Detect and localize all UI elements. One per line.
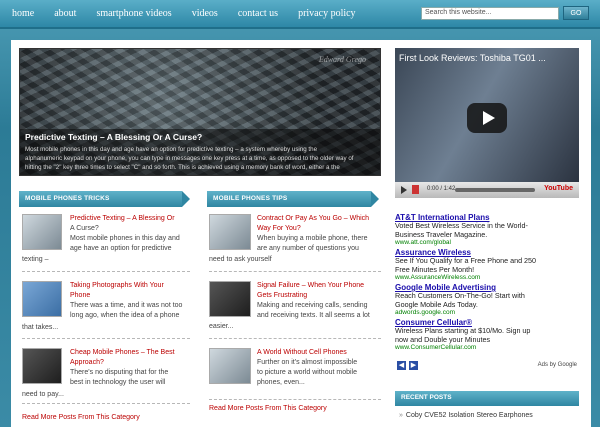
divider <box>209 399 381 400</box>
nav-home[interactable]: home <box>12 8 34 19</box>
list-item: Predictive Texting – A Blessing Or A Cur… <box>22 214 190 266</box>
video-time: 0:00 / 1:42 <box>427 186 456 192</box>
ad-item[interactable]: Assurance Wireless See If You Qualify fo… <box>395 248 580 281</box>
post-excerpt: to picture a world without mobile <box>257 369 357 376</box>
post-excerpt: Further on it's almost impossible <box>257 359 358 366</box>
post-excerpt: Most mobile phones in this day and <box>70 235 180 242</box>
ad-url[interactable]: www.AssuranceWireless.com <box>395 274 580 281</box>
post-excerpt-tail: that takes... <box>22 324 59 331</box>
post-excerpt-tail: need to pay... <box>22 391 64 398</box>
main-nav: home about smartphone videos videos cont… <box>12 0 376 27</box>
slider-text-line: alphanumeric keypad on your phone, you c… <box>25 155 354 162</box>
post-thumbnail[interactable] <box>209 281 251 317</box>
divider <box>209 338 381 339</box>
top-nav-bar: home about smartphone videos videos cont… <box>0 0 600 29</box>
ad-text: Business Traveler Magazine. <box>395 229 488 239</box>
nav-privacy-policy[interactable]: privacy policy <box>298 8 355 19</box>
ad-item[interactable]: Consumer Cellular® Wireless Plans starti… <box>395 318 580 351</box>
post-excerpt: Making and receiving calls, sending <box>257 302 368 309</box>
divider <box>22 338 190 339</box>
list-item: Cheap Mobile Phones – The Best Approach?… <box>22 348 190 400</box>
slider-watermark: Edward Grego <box>318 55 366 64</box>
post-thumbnail[interactable] <box>209 214 251 250</box>
post-excerpt: are any number of questions you <box>257 245 359 252</box>
post-thumbnail[interactable] <box>22 281 62 317</box>
post-title[interactable]: Taking Photographs With Your <box>70 281 164 291</box>
post-title-cont: A Curse? <box>70 225 99 232</box>
divider <box>22 403 190 404</box>
ad-text: Google Mobile Ads Today. <box>395 299 478 309</box>
slider-text-line: Most mobile phones in this day and age h… <box>25 146 318 153</box>
post-excerpt-tail: easier... <box>209 323 234 330</box>
ad-text: now and Double your Minutes <box>395 334 491 344</box>
ads-prev-icon[interactable]: ◀ <box>397 361 406 370</box>
post-excerpt: long ago, when the idea of a phone <box>70 312 180 319</box>
post-title[interactable]: Predictive Texting – A Blessing Or <box>70 214 175 224</box>
list-item: Contract Or Pay As You Go – Which Way Fo… <box>209 214 381 266</box>
post-excerpt-tail: need to ask yourself <box>209 256 272 263</box>
volume-icon[interactable] <box>412 185 419 194</box>
list-item: A World Without Cell Phones Further on i… <box>209 348 381 398</box>
post-title-cont[interactable]: Phone <box>70 291 90 301</box>
video-progress-bar[interactable] <box>455 188 535 192</box>
list-item: Signal Failure – When Your Phone Gets Fr… <box>209 281 381 333</box>
google-ads-block: AT&T International Plans Voted Best Wire… <box>395 213 580 373</box>
read-more-link-tricks[interactable]: Read More Posts From This Category <box>22 414 140 421</box>
search-input[interactable]: Search this website... <box>421 7 559 20</box>
post-title[interactable]: A World Without Cell Phones <box>257 348 347 358</box>
ads-footer: ◀ ▶ Ads by Google <box>397 361 579 373</box>
post-excerpt-tail: texting – <box>22 256 49 263</box>
video-title[interactable]: First Look Reviews: Toshiba TG01 ... <box>399 53 546 63</box>
column-header-tips: MOBILE PHONES TIPS <box>207 191 379 207</box>
post-thumbnail[interactable] <box>22 214 62 250</box>
ad-item[interactable]: AT&T International Plans Voted Best Wire… <box>395 213 580 246</box>
read-more-link-tips[interactable]: Read More Posts From This Category <box>209 405 327 412</box>
ad-item[interactable]: Google Mobile Advertising Reach Customer… <box>395 283 580 316</box>
list-item: Taking Photographs With Your Phone There… <box>22 281 190 333</box>
nav-videos[interactable]: videos <box>192 8 218 19</box>
post-title[interactable]: Signal Failure – When Your Phone <box>257 281 364 291</box>
slider-title[interactable]: Predictive Texting – A Blessing Or A Cur… <box>25 132 375 142</box>
video-controls: 0:00 / 1:42 YouTube <box>395 182 579 198</box>
post-title-cont[interactable]: Gets Frustrating <box>257 291 307 301</box>
youtube-logo[interactable]: YouTube <box>544 185 573 192</box>
divider <box>209 271 381 272</box>
play-small-icon[interactable] <box>401 186 407 194</box>
slider-caption: Predictive Texting – A Blessing Or A Cur… <box>20 129 380 175</box>
ads-next-icon[interactable]: ▶ <box>409 361 418 370</box>
column-header-tricks: MOBILE PHONES TRICKS <box>19 191 190 207</box>
recent-post-link[interactable]: Coby CVE52 Isolation Stereo Earphones <box>399 412 533 419</box>
recent-posts-header: RECENT POSTS <box>395 391 579 406</box>
video-player[interactable]: First Look Reviews: Toshiba TG01 ... 0:0… <box>395 48 579 198</box>
ad-url[interactable]: www.att.com/global <box>395 239 580 246</box>
post-excerpt: There's no disputing that for the <box>70 369 169 376</box>
slider-text-line: hitting the "2" key three times to selec… <box>25 164 340 171</box>
post-title-cont[interactable]: Way For You? <box>257 224 301 234</box>
divider <box>22 271 190 272</box>
post-excerpt: When buying a mobile phone, there <box>257 235 368 242</box>
post-title[interactable]: Cheap Mobile Phones – The Best <box>70 348 175 358</box>
post-excerpt: age have an option for predictive <box>70 245 172 252</box>
post-title[interactable]: Contract Or Pay As You Go – Which <box>257 214 369 224</box>
post-excerpt: and receiving texts. It all seems a lot <box>257 312 370 319</box>
featured-slider[interactable]: Edward Grego Predictive Texting – A Bles… <box>19 48 381 176</box>
post-title-cont[interactable]: Approach? <box>70 358 104 368</box>
search-go-button[interactable]: GO <box>563 6 589 20</box>
play-icon[interactable] <box>467 103 507 133</box>
post-excerpt: best in technology the user will <box>70 379 166 386</box>
nav-smartphone-videos[interactable]: smartphone videos <box>96 8 171 19</box>
post-thumbnail[interactable] <box>209 348 251 384</box>
nav-contact-us[interactable]: contact us <box>238 8 278 19</box>
post-excerpt: There was a time, and it was not too <box>70 302 183 309</box>
post-thumbnail[interactable] <box>22 348 62 384</box>
nav-about[interactable]: about <box>54 8 76 19</box>
ads-by-google-label[interactable]: Ads by Google <box>538 362 577 368</box>
post-excerpt: phones, even... <box>257 379 305 386</box>
ad-text: Free Minutes Per Month! <box>395 264 475 274</box>
ad-url[interactable]: adwords.google.com <box>395 309 580 316</box>
ad-url[interactable]: www.ConsumerCellular.com <box>395 344 580 351</box>
